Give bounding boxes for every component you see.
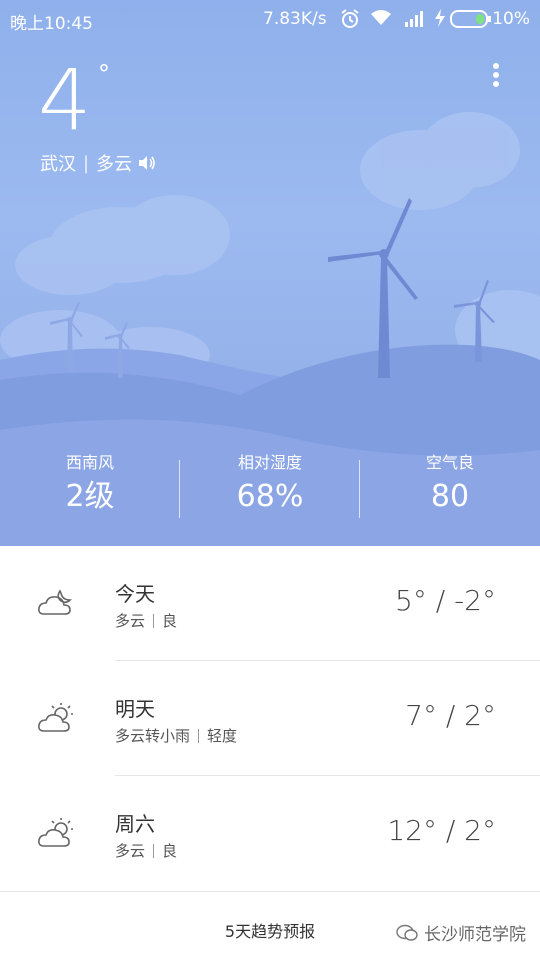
city-name: 武汉: [40, 154, 76, 175]
humidity-value: 68%: [236, 479, 304, 514]
forecast-temperature-range: 7° / 2°: [405, 699, 496, 732]
forecast-temperature-range: 5° / -2°: [395, 584, 496, 617]
forecast-condition: 多云转小雨: [115, 727, 191, 745]
charging-icon: [435, 9, 445, 27]
forecast-list: 今天 多云 良 5° / -2° 明天 多云转小雨 轻度 7° / 2° 周六: [0, 546, 540, 891]
wind-value: 2级: [65, 479, 115, 514]
wechat-icon: [396, 924, 418, 941]
separator: |: [83, 152, 90, 174]
cloudy-night-icon: [38, 589, 72, 615]
signal-icon: [405, 11, 423, 27]
forecast-description: 多云 良: [115, 840, 177, 861]
alarm-icon: [341, 9, 359, 28]
separator: [198, 728, 200, 743]
footer: 5天趋势预报 长沙师范学院: [0, 891, 540, 960]
current-condition: 多云: [96, 154, 133, 175]
wind-label: 西南风: [65, 453, 114, 472]
forecast-air-quality: 良: [162, 612, 178, 630]
current-temperature: 4: [38, 51, 91, 149]
watermark: 长沙师范学院: [396, 920, 526, 945]
status-bar: 晚上10:45 7.83K/s 10%: [0, 0, 540, 38]
weather-stats: 西南风 2级 相对湿度 68% 空气良 80: [0, 452, 540, 524]
battery-percent: 10%: [492, 9, 530, 29]
air-quality-value: 80: [430, 479, 470, 514]
partly-cloudy-icon: [38, 818, 73, 847]
air-quality-stat: 空气良 80: [360, 452, 540, 520]
separator: [153, 613, 155, 628]
forecast-condition: 多云: [115, 842, 146, 860]
wind-stat: 西南风 2级: [0, 452, 180, 520]
more-options-icon[interactable]: [486, 60, 506, 90]
forecast-description: 多云 良: [115, 610, 177, 631]
humidity-label: 相对湿度: [237, 453, 302, 472]
forecast-day: 今天: [115, 582, 155, 606]
forecast-air-quality: 良: [162, 842, 178, 860]
degree-symbol: °: [98, 60, 110, 88]
air-quality-label: 空气良: [425, 453, 474, 472]
forecast-description: 多云转小雨 轻度: [115, 725, 237, 746]
location-line: 武汉 | 多云: [40, 150, 156, 176]
forecast-row-saturday[interactable]: 周六 多云 良 12° / 2°: [0, 776, 540, 891]
forecast-day: 明天: [115, 697, 155, 721]
battery-icon: [450, 10, 491, 28]
wifi-icon: [371, 10, 391, 25]
forecast-temperature-range: 12° / 2°: [387, 814, 496, 847]
watermark-text: 长沙师范学院: [424, 925, 526, 945]
speaker-icon[interactable]: [138, 155, 156, 171]
status-time: 晚上10:45: [10, 14, 93, 34]
separator: [153, 843, 155, 858]
weather-hero: 晚上10:45 7.83K/s 10% 4 ° 武汉 | 多云 西南风 2级 相…: [0, 0, 540, 546]
forecast-air-quality: 轻度: [207, 727, 238, 745]
network-speed: 7.83K/s: [263, 9, 327, 29]
humidity-stat: 相对湿度 68%: [180, 452, 360, 520]
partly-cloudy-icon: [38, 703, 73, 732]
forecast-row-tomorrow[interactable]: 明天 多云转小雨 轻度 7° / 2°: [0, 661, 540, 776]
forecast-day: 周六: [115, 812, 155, 836]
forecast-row-today[interactable]: 今天 多云 良 5° / -2°: [0, 546, 540, 661]
forecast-condition: 多云: [115, 612, 146, 630]
